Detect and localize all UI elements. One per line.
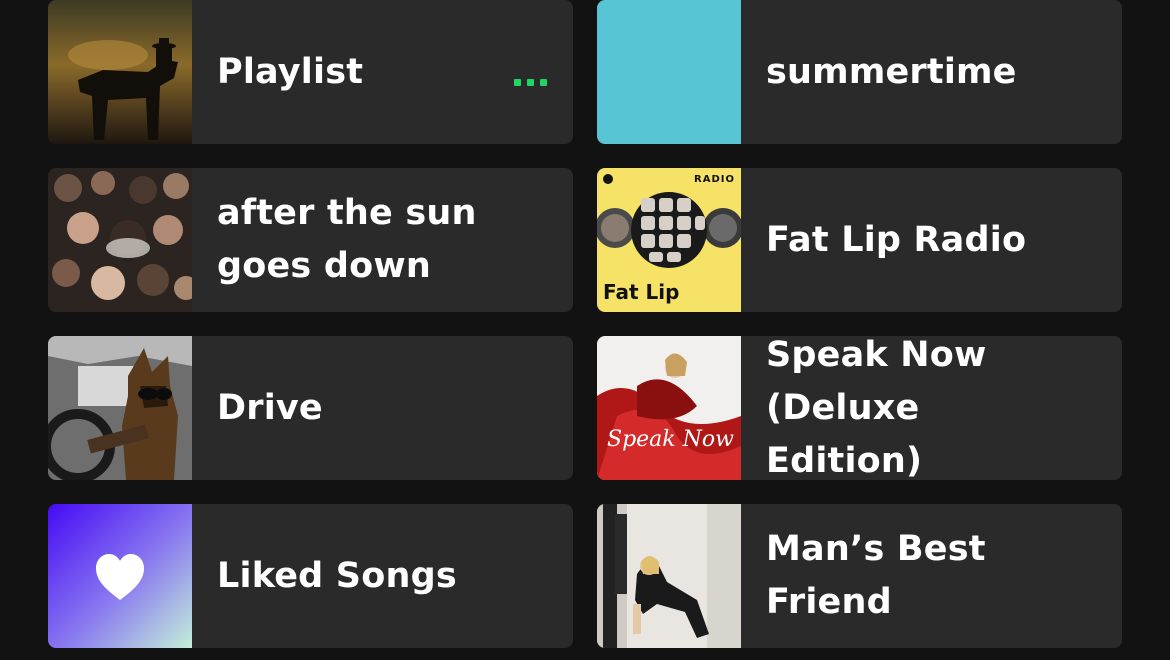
dog-driving-art: [48, 336, 192, 480]
radio-collage-art: RADIO Fat Lip: [597, 168, 741, 312]
shortcut-card-after-the-sun-goes-down[interactable]: after the sun goes down: [48, 168, 573, 312]
shortcut-grid: Playlist summertime after the sun goes d…: [48, 0, 1122, 660]
shortcut-card-fat-lip-radio[interactable]: RADIO Fat Lip Fat Lip Radio: [597, 168, 1122, 312]
western-rider-art: [48, 0, 192, 144]
shortcut-card-mans-best-friend[interactable]: Man’s Best Friend: [597, 504, 1122, 648]
shortcut-card-playlist[interactable]: Playlist: [48, 0, 573, 144]
shortcut-card-summertime[interactable]: summertime: [597, 0, 1122, 144]
shortcut-card-liked-songs[interactable]: Liked Songs: [48, 504, 573, 648]
shortcut-title: Drive: [217, 387, 323, 428]
shortcut-title: after the sun goes down: [217, 193, 477, 286]
shortcut-title: Playlist: [217, 51, 364, 92]
speak-now-cover-art: Speak Now: [597, 336, 741, 480]
shortcut-title: Speak Now (Deluxe Edition): [766, 336, 987, 480]
crowd-photo-art: [48, 168, 192, 312]
shortcut-card-drive[interactable]: Drive: [48, 336, 573, 480]
shortcut-title: Man’s Best Friend: [766, 529, 986, 622]
more-dots-icon: [514, 79, 547, 86]
album-cover-art: [597, 504, 741, 648]
teal-solid-art: [597, 0, 741, 144]
heart-gradient-art: [48, 504, 192, 648]
heart-icon: [96, 554, 144, 600]
shortcut-title: Fat Lip Radio: [766, 219, 1027, 260]
shortcut-title: Liked Songs: [217, 555, 457, 596]
svg-text:Speak Now: Speak Now: [607, 427, 734, 452]
radio-cover-title: Fat Lip: [603, 280, 680, 304]
shortcut-card-speak-now[interactable]: Speak Now Speak Now (Deluxe Edition): [597, 336, 1122, 480]
shortcut-title: summertime: [766, 51, 1017, 92]
